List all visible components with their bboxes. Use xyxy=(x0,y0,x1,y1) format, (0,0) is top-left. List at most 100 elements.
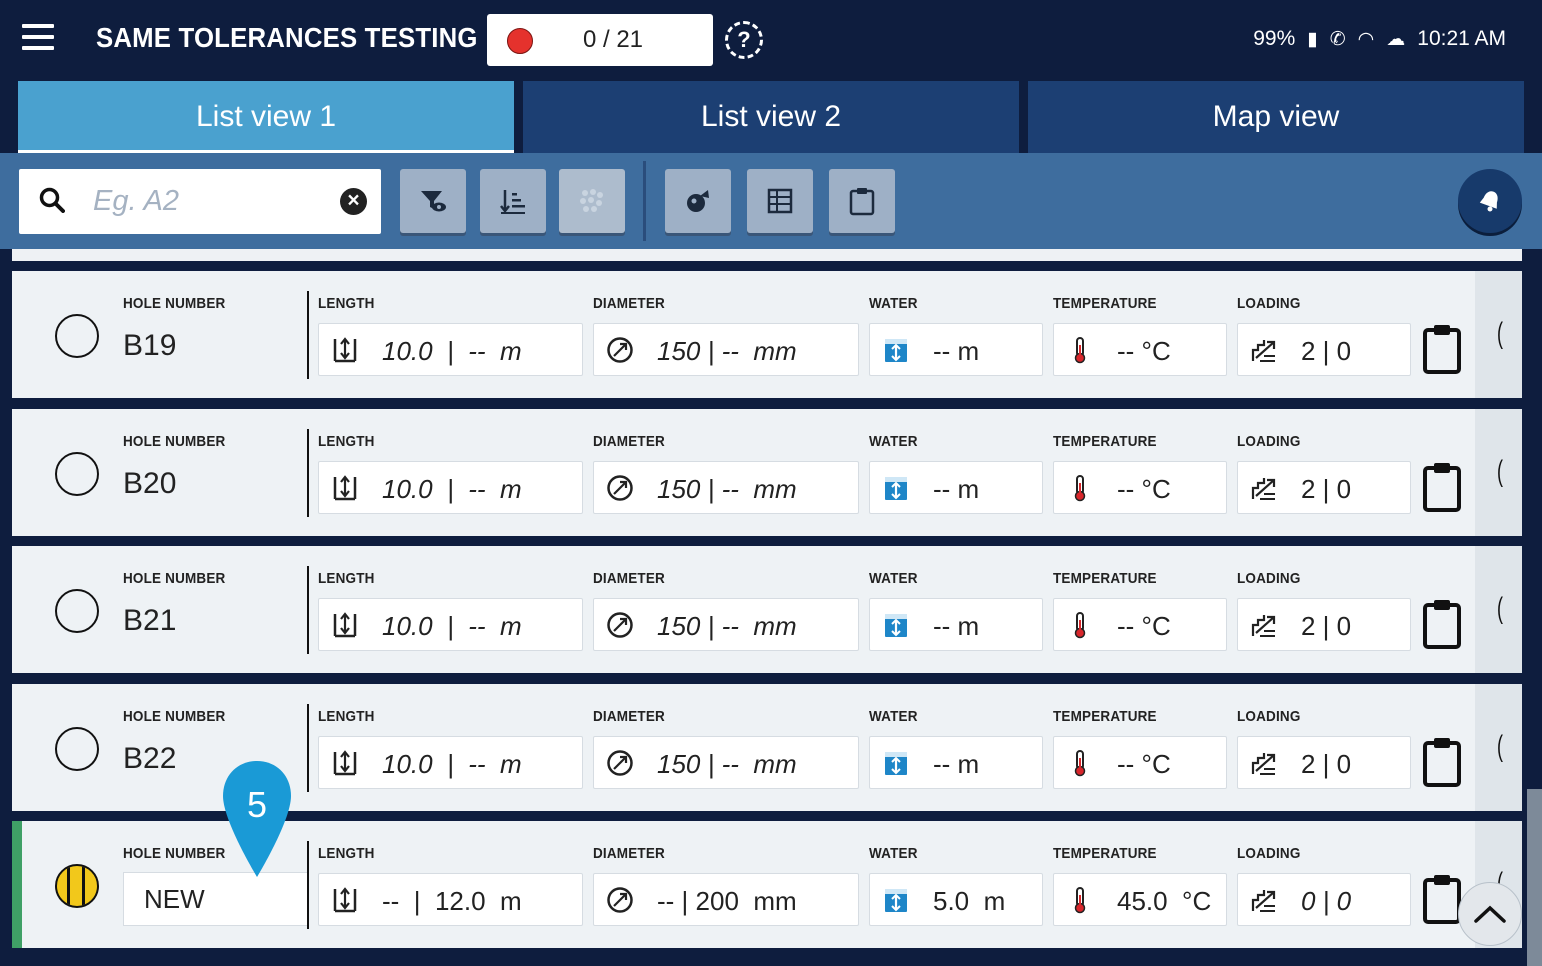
water-field[interactable]: -- m xyxy=(869,461,1043,514)
diameter-value: 150 | -- mm xyxy=(657,749,797,779)
table-row[interactable]: HOLE NUMBER B20 LENGTH 10.0 | -- m DIAMETER 1… xyxy=(12,409,1522,536)
temperature-field[interactable]: -- °C xyxy=(1053,598,1227,651)
length-icon xyxy=(331,886,359,914)
list-top-edge xyxy=(12,249,1522,261)
clipboard-icon[interactable] xyxy=(1422,598,1462,650)
loading-field[interactable]: 2 | 0 xyxy=(1237,598,1411,651)
diameter-value: -- | 200 mm xyxy=(657,886,797,916)
temperature-label: TEMPERATURE xyxy=(1053,295,1157,312)
clipboard-icon[interactable] xyxy=(1422,873,1462,925)
row-divider xyxy=(307,841,309,929)
loading-icon xyxy=(1250,336,1278,364)
diameter-field[interactable]: 150 | -- mm xyxy=(593,598,859,651)
clipboard-icon[interactable] xyxy=(1422,461,1462,513)
loading-icon xyxy=(1250,749,1278,777)
loading-field[interactable]: 2 | 0 xyxy=(1237,736,1411,789)
water-field[interactable]: -- m xyxy=(869,323,1043,376)
temperature-field[interactable]: -- °C xyxy=(1053,323,1227,376)
select-radio[interactable] xyxy=(55,314,99,358)
table-button[interactable] xyxy=(747,169,813,233)
row-drawer-handle[interactable]: ( xyxy=(1475,546,1522,673)
battery-charging-icon: ▮ xyxy=(1307,28,1318,50)
report-button[interactable] xyxy=(829,169,895,233)
hole-number-label: HOLE NUMBER xyxy=(123,845,226,862)
clipboard-icon[interactable] xyxy=(1422,736,1462,788)
chevron-left-icon: ( xyxy=(1497,317,1503,350)
clear-search-icon[interactable]: × xyxy=(340,188,367,215)
select-radio[interactable] xyxy=(55,589,99,633)
hole-number-value: B19 xyxy=(123,329,177,362)
tab-list-view-2[interactable]: List view 2 xyxy=(523,81,1019,153)
hole-number-input[interactable]: NEW xyxy=(123,872,308,926)
loading-field[interactable]: 2 | 0 xyxy=(1237,461,1411,514)
status-in-progress-icon[interactable] xyxy=(55,864,99,908)
hole-number-value: B22 xyxy=(123,742,177,775)
tab-map-view[interactable]: Map view xyxy=(1028,81,1524,153)
table-row[interactable]: HOLE NUMBER B21 LENGTH 10.0 | -- m DIAMETER 1… xyxy=(12,546,1522,673)
menu-icon[interactable] xyxy=(22,24,54,54)
temperature-value: -- °C xyxy=(1117,611,1171,641)
progress-text: 0 / 21 xyxy=(582,26,644,53)
diameter-field[interactable]: -- | 200 mm xyxy=(593,873,859,926)
water-icon xyxy=(882,474,910,502)
search-input[interactable] xyxy=(93,179,323,223)
diameter-field[interactable]: 150 | -- mm xyxy=(593,323,859,376)
diameter-value: 150 | -- mm xyxy=(657,474,797,504)
temperature-icon xyxy=(1066,886,1094,914)
progress-counter[interactable]: 0 / 21 xyxy=(487,14,713,66)
tab-list-view-1[interactable]: List view 1 xyxy=(18,81,514,153)
loading-field[interactable]: 0 | 0 xyxy=(1237,873,1411,926)
length-field[interactable]: 10.0 | -- m xyxy=(318,461,583,514)
notification-button[interactable] xyxy=(1458,169,1522,233)
row-divider xyxy=(307,566,309,654)
water-field[interactable]: 5.0 m xyxy=(869,873,1043,926)
water-label: WATER xyxy=(869,570,918,587)
row-drawer-handle[interactable]: ( xyxy=(1475,271,1522,398)
toolbar: × xyxy=(0,153,1542,249)
temperature-field[interactable]: -- °C xyxy=(1053,461,1227,514)
filter-button[interactable] xyxy=(400,169,466,233)
help-icon[interactable]: ? xyxy=(725,21,763,59)
hole-number-value: B20 xyxy=(123,467,177,500)
loading-icon xyxy=(1250,886,1278,914)
tag-button[interactable] xyxy=(665,169,731,233)
loading-field[interactable]: 2 | 0 xyxy=(1237,323,1411,376)
temperature-field[interactable]: 45.0 °C xyxy=(1053,873,1227,926)
hole-number-label: HOLE NUMBER xyxy=(123,433,226,450)
temperature-value: -- °C xyxy=(1117,474,1171,504)
select-radio[interactable] xyxy=(55,727,99,771)
scroll-to-top-button[interactable] xyxy=(1458,882,1522,946)
length-value: 10.0 | -- m xyxy=(382,336,522,366)
length-icon xyxy=(331,749,359,777)
chevron-left-icon: ( xyxy=(1497,455,1503,488)
loading-label: LOADING xyxy=(1237,295,1301,312)
pattern-button[interactable] xyxy=(559,169,625,233)
table-row[interactable]: HOLE NUMBER B19 LENGTH 10.0 | -- m DIAMETER 1… xyxy=(12,271,1522,398)
page-title: SAME TOLERANCES TESTING xyxy=(96,22,478,53)
loading-icon xyxy=(1250,474,1278,502)
diameter-field[interactable]: 150 | -- mm xyxy=(593,736,859,789)
select-radio[interactable] xyxy=(55,452,99,496)
row-drawer-handle[interactable]: ( xyxy=(1475,409,1522,536)
length-field[interactable]: 10.0 | -- m xyxy=(318,323,583,376)
water-field[interactable]: -- m xyxy=(869,736,1043,789)
row-drawer-handle[interactable]: ( xyxy=(1475,684,1522,811)
toolbar-divider xyxy=(643,161,646,241)
length-field[interactable]: 10.0 | -- m xyxy=(318,736,583,789)
water-value: -- m xyxy=(933,474,980,504)
length-field[interactable]: -- | 12.0 m xyxy=(318,873,583,926)
sort-button[interactable] xyxy=(480,169,546,233)
temperature-field[interactable]: -- °C xyxy=(1053,736,1227,789)
diameter-field[interactable]: 150 | -- mm xyxy=(593,461,859,514)
temperature-label: TEMPERATURE xyxy=(1053,570,1157,587)
hole-number-value: B21 xyxy=(123,604,177,637)
clipboard-icon[interactable] xyxy=(1422,323,1462,375)
phone-icon: ✆ xyxy=(1329,28,1346,50)
temperature-icon xyxy=(1066,474,1094,502)
scrollbar[interactable] xyxy=(1527,789,1542,966)
loading-label: LOADING xyxy=(1237,433,1301,450)
top-bar: SAME TOLERANCES TESTING 0 / 21 ? 99% ▮ ✆… xyxy=(0,0,1542,80)
water-field[interactable]: -- m xyxy=(869,598,1043,651)
length-field[interactable]: 10.0 | -- m xyxy=(318,598,583,651)
diameter-icon xyxy=(606,749,634,777)
